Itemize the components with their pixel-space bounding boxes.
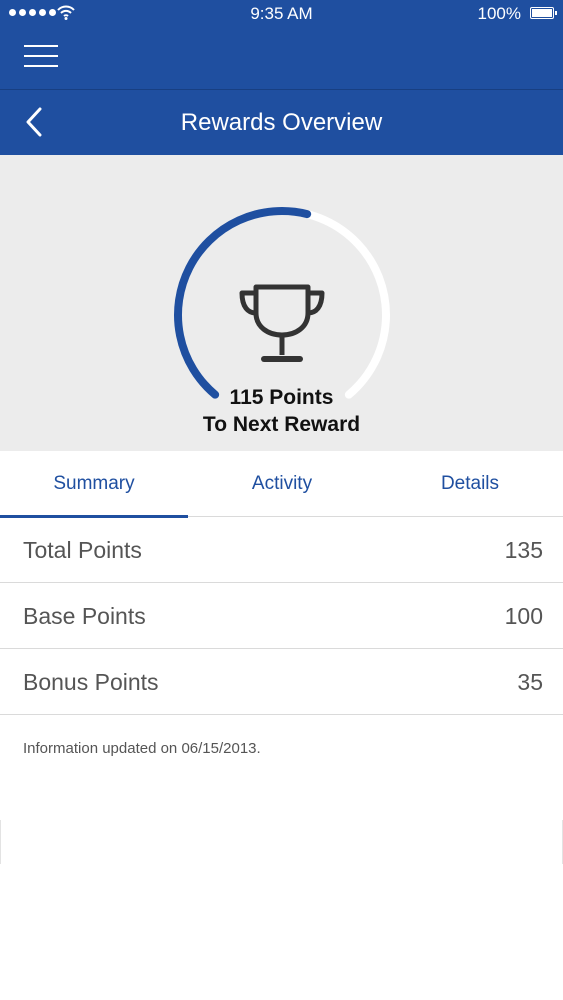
status-bar: 9:35 AM 100% xyxy=(0,0,563,27)
battery-icon xyxy=(530,7,557,19)
base-points-label: Base Points xyxy=(23,603,146,629)
total-points-value: 135 xyxy=(504,537,543,563)
title-bar: Rewards Overview xyxy=(0,90,563,155)
battery-percent: 100% xyxy=(477,4,521,23)
base-points-value: 100 xyxy=(504,603,543,629)
next-reward-label: To Next Reward xyxy=(202,413,361,436)
list-item: Bonus Points 35 xyxy=(0,649,563,715)
trophy-icon xyxy=(239,284,325,362)
rewards-progress-panel: 115 Points To Next Reward xyxy=(0,155,563,451)
tab-bar: Summary Activity Details xyxy=(0,451,563,518)
total-points-label: Total Points xyxy=(23,537,142,563)
page-title: Rewards Overview xyxy=(180,109,383,136)
bonus-points-value: 35 xyxy=(517,669,543,695)
top-nav-bar xyxy=(0,27,563,89)
list-item: Base Points 100 xyxy=(0,583,563,649)
list-item: Total Points 135 xyxy=(0,517,563,583)
points-summary-list: Total Points 135 Base Points 100 Bonus P… xyxy=(0,517,563,715)
bonus-points-label: Bonus Points xyxy=(23,669,159,695)
points-to-next-reward: 115 Points To Next Reward xyxy=(0,384,563,438)
tab-summary[interactable]: Summary xyxy=(0,451,188,518)
tab-activity[interactable]: Activity xyxy=(188,451,376,517)
hamburger-menu-icon[interactable] xyxy=(24,43,58,69)
edge-line-left xyxy=(0,820,1,864)
tab-details[interactable]: Details xyxy=(376,451,563,517)
points-remaining: 115 Points xyxy=(229,386,334,409)
last-updated-note: Information updated on 06/15/2013. xyxy=(23,740,261,757)
